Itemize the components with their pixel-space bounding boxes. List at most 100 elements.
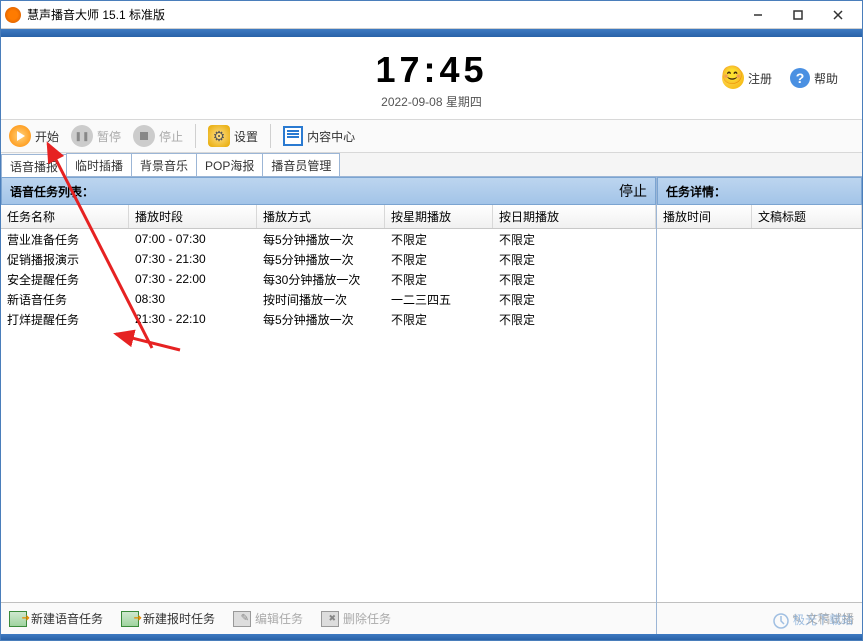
tab-voice-broadcast[interactable]: 语音播报 xyxy=(1,154,67,177)
edit-task-button[interactable]: 编辑任务 xyxy=(233,610,303,627)
new-report-task-button[interactable]: 新建报时任务 xyxy=(121,610,215,627)
tab-pop-poster[interactable]: POP海报 xyxy=(196,153,263,176)
col-play-method[interactable]: 播放方式 xyxy=(257,205,385,228)
cell-week: 不限定 xyxy=(385,311,493,328)
tab-announcer-manage[interactable]: 播音员管理 xyxy=(262,153,340,176)
audition-label: 文稿试播 xyxy=(806,610,854,627)
cell-time: 07:30 - 21:30 xyxy=(129,252,257,266)
cell-date: 不限定 xyxy=(493,231,656,248)
task-row[interactable]: 新语音任务08:30按时间播放一次一二三四五不限定 xyxy=(1,289,656,309)
play-icon xyxy=(9,125,31,147)
register-label: 注册 xyxy=(748,70,772,87)
smiley-icon xyxy=(722,67,744,89)
app-icon xyxy=(5,7,21,23)
left-pane-header: 语音任务列表： 停止 xyxy=(1,177,656,205)
col-play-period[interactable]: 播放时段 xyxy=(129,205,257,228)
app-window: 慧声播音大师 15.1 标准版 17:45 2022-09-08 星期四 注册 … xyxy=(0,0,863,641)
cell-time: 08:30 xyxy=(129,292,257,306)
cell-date: 不限定 xyxy=(493,251,656,268)
cell-week: 一二三四五 xyxy=(385,291,493,308)
cell-date: 不限定 xyxy=(493,271,656,288)
cell-name: 促销播报演示 xyxy=(1,251,129,268)
detail-title: 任务详情： xyxy=(666,183,726,200)
content-area: 语音任务列表： 停止 任务名称 播放时段 播放方式 按星期播放 按日期播放 营业… xyxy=(1,177,862,634)
content-center-label: 内容中心 xyxy=(307,128,355,145)
pause-icon xyxy=(71,125,93,147)
cell-method: 按时间播放一次 xyxy=(257,291,385,308)
tab-bg-music[interactable]: 背景音乐 xyxy=(131,153,197,176)
cell-method: 每5分钟播放一次 xyxy=(257,251,385,268)
new-voice-task-button[interactable]: 新建语音任务 xyxy=(9,610,103,627)
left-bottom-bar: 新建语音任务 新建报时任务 编辑任务 删除任务 xyxy=(1,602,656,634)
settings-button[interactable]: 设置 xyxy=(208,125,258,147)
settings-label: 设置 xyxy=(234,128,258,145)
task-row[interactable]: 营业准备任务07:00 - 07:30每5分钟播放一次不限定不限定 xyxy=(1,229,656,249)
cell-week: 不限定 xyxy=(385,251,493,268)
delete-task-button[interactable]: 删除任务 xyxy=(321,610,391,627)
window-title: 慧声播音大师 15.1 标准版 xyxy=(27,6,738,23)
col-by-date[interactable]: 按日期播放 xyxy=(493,205,656,228)
toolbar-separator xyxy=(270,124,271,148)
col-script-title[interactable]: 文稿标题 xyxy=(752,205,862,228)
clock-time: 17:45 xyxy=(21,49,842,91)
cell-time: 07:30 - 22:00 xyxy=(129,272,257,286)
close-icon xyxy=(833,10,843,20)
cell-name: 打烊提醒任务 xyxy=(1,311,129,328)
new-voice-label: 新建语音任务 xyxy=(31,610,103,627)
task-row[interactable]: 安全提醒任务07:30 - 22:00每30分钟播放一次不限定不限定 xyxy=(1,269,656,289)
help-link[interactable]: ? 帮助 xyxy=(790,68,838,88)
cell-method: 每5分钟播放一次 xyxy=(257,231,385,248)
new-report-label: 新建报时任务 xyxy=(143,610,215,627)
ribbon-stripe xyxy=(1,29,862,37)
task-row[interactable]: 促销播报演示07:30 - 21:30每5分钟播放一次不限定不限定 xyxy=(1,249,656,269)
toolbar-separator xyxy=(195,124,196,148)
close-button[interactable] xyxy=(818,3,858,27)
detail-grid-body xyxy=(657,229,862,602)
task-grid-header: 任务名称 播放时段 播放方式 按星期播放 按日期播放 xyxy=(1,205,656,229)
task-row[interactable]: 打烊提醒任务21:30 - 22:10每5分钟播放一次不限定不限定 xyxy=(1,309,656,329)
stop-icon xyxy=(133,125,155,147)
start-button[interactable]: 开始 xyxy=(9,125,59,147)
minimize-button[interactable] xyxy=(738,3,778,27)
cell-time: 21:30 - 22:10 xyxy=(129,312,257,326)
new-voice-icon xyxy=(9,611,27,627)
header-right: 注册 ? 帮助 xyxy=(722,67,838,89)
cell-time: 07:00 - 07:30 xyxy=(129,232,257,246)
tab-temp-insert[interactable]: 临时插播 xyxy=(66,153,132,176)
right-pane-header: 任务详情： xyxy=(657,177,862,205)
register-link[interactable]: 注册 xyxy=(722,67,772,89)
pause-button[interactable]: 暂停 xyxy=(71,125,121,147)
detail-grid-header: 播放时间 文稿标题 xyxy=(657,205,862,229)
cell-method: 每5分钟播放一次 xyxy=(257,311,385,328)
cell-method: 每30分钟播放一次 xyxy=(257,271,385,288)
col-task-name[interactable]: 任务名称 xyxy=(1,205,129,228)
left-pane: 语音任务列表： 停止 任务名称 播放时段 播放方式 按星期播放 按日期播放 营业… xyxy=(1,177,657,634)
task-grid-body: 营业准备任务07:00 - 07:30每5分钟播放一次不限定不限定促销播报演示0… xyxy=(1,229,656,602)
right-pane: 任务详情： 播放时间 文稿标题 ✎ 文稿试播 xyxy=(657,177,862,634)
cell-name: 新语音任务 xyxy=(1,291,129,308)
cell-name: 营业准备任务 xyxy=(1,231,129,248)
minimize-icon xyxy=(753,10,763,20)
maximize-button[interactable] xyxy=(778,3,818,27)
help-icon: ? xyxy=(790,68,810,88)
cell-name: 安全提醒任务 xyxy=(1,271,129,288)
pause-label: 暂停 xyxy=(97,128,121,145)
maximize-icon xyxy=(793,10,803,20)
title-bar: 慧声播音大师 15.1 标准版 xyxy=(1,1,862,29)
audition-button[interactable]: ✎ 文稿试播 xyxy=(792,610,854,627)
header-area: 17:45 2022-09-08 星期四 注册 ? 帮助 xyxy=(1,37,862,119)
start-label: 开始 xyxy=(35,128,59,145)
col-by-week[interactable]: 按星期播放 xyxy=(385,205,493,228)
content-center-button[interactable]: 内容中心 xyxy=(283,126,355,146)
wand-icon: ✎ xyxy=(792,612,802,626)
main-toolbar: 开始 暂停 停止 设置 内容中心 xyxy=(1,119,862,153)
gear-icon xyxy=(208,125,230,147)
col-play-time[interactable]: 播放时间 xyxy=(657,205,752,228)
help-label: 帮助 xyxy=(814,70,838,87)
stop-button[interactable]: 停止 xyxy=(133,125,183,147)
edit-icon xyxy=(233,611,251,627)
right-bottom-bar: ✎ 文稿试播 xyxy=(657,602,862,634)
clock-date: 2022-09-08 星期四 xyxy=(21,93,842,110)
new-report-icon xyxy=(121,611,139,627)
delete-icon xyxy=(321,611,339,627)
